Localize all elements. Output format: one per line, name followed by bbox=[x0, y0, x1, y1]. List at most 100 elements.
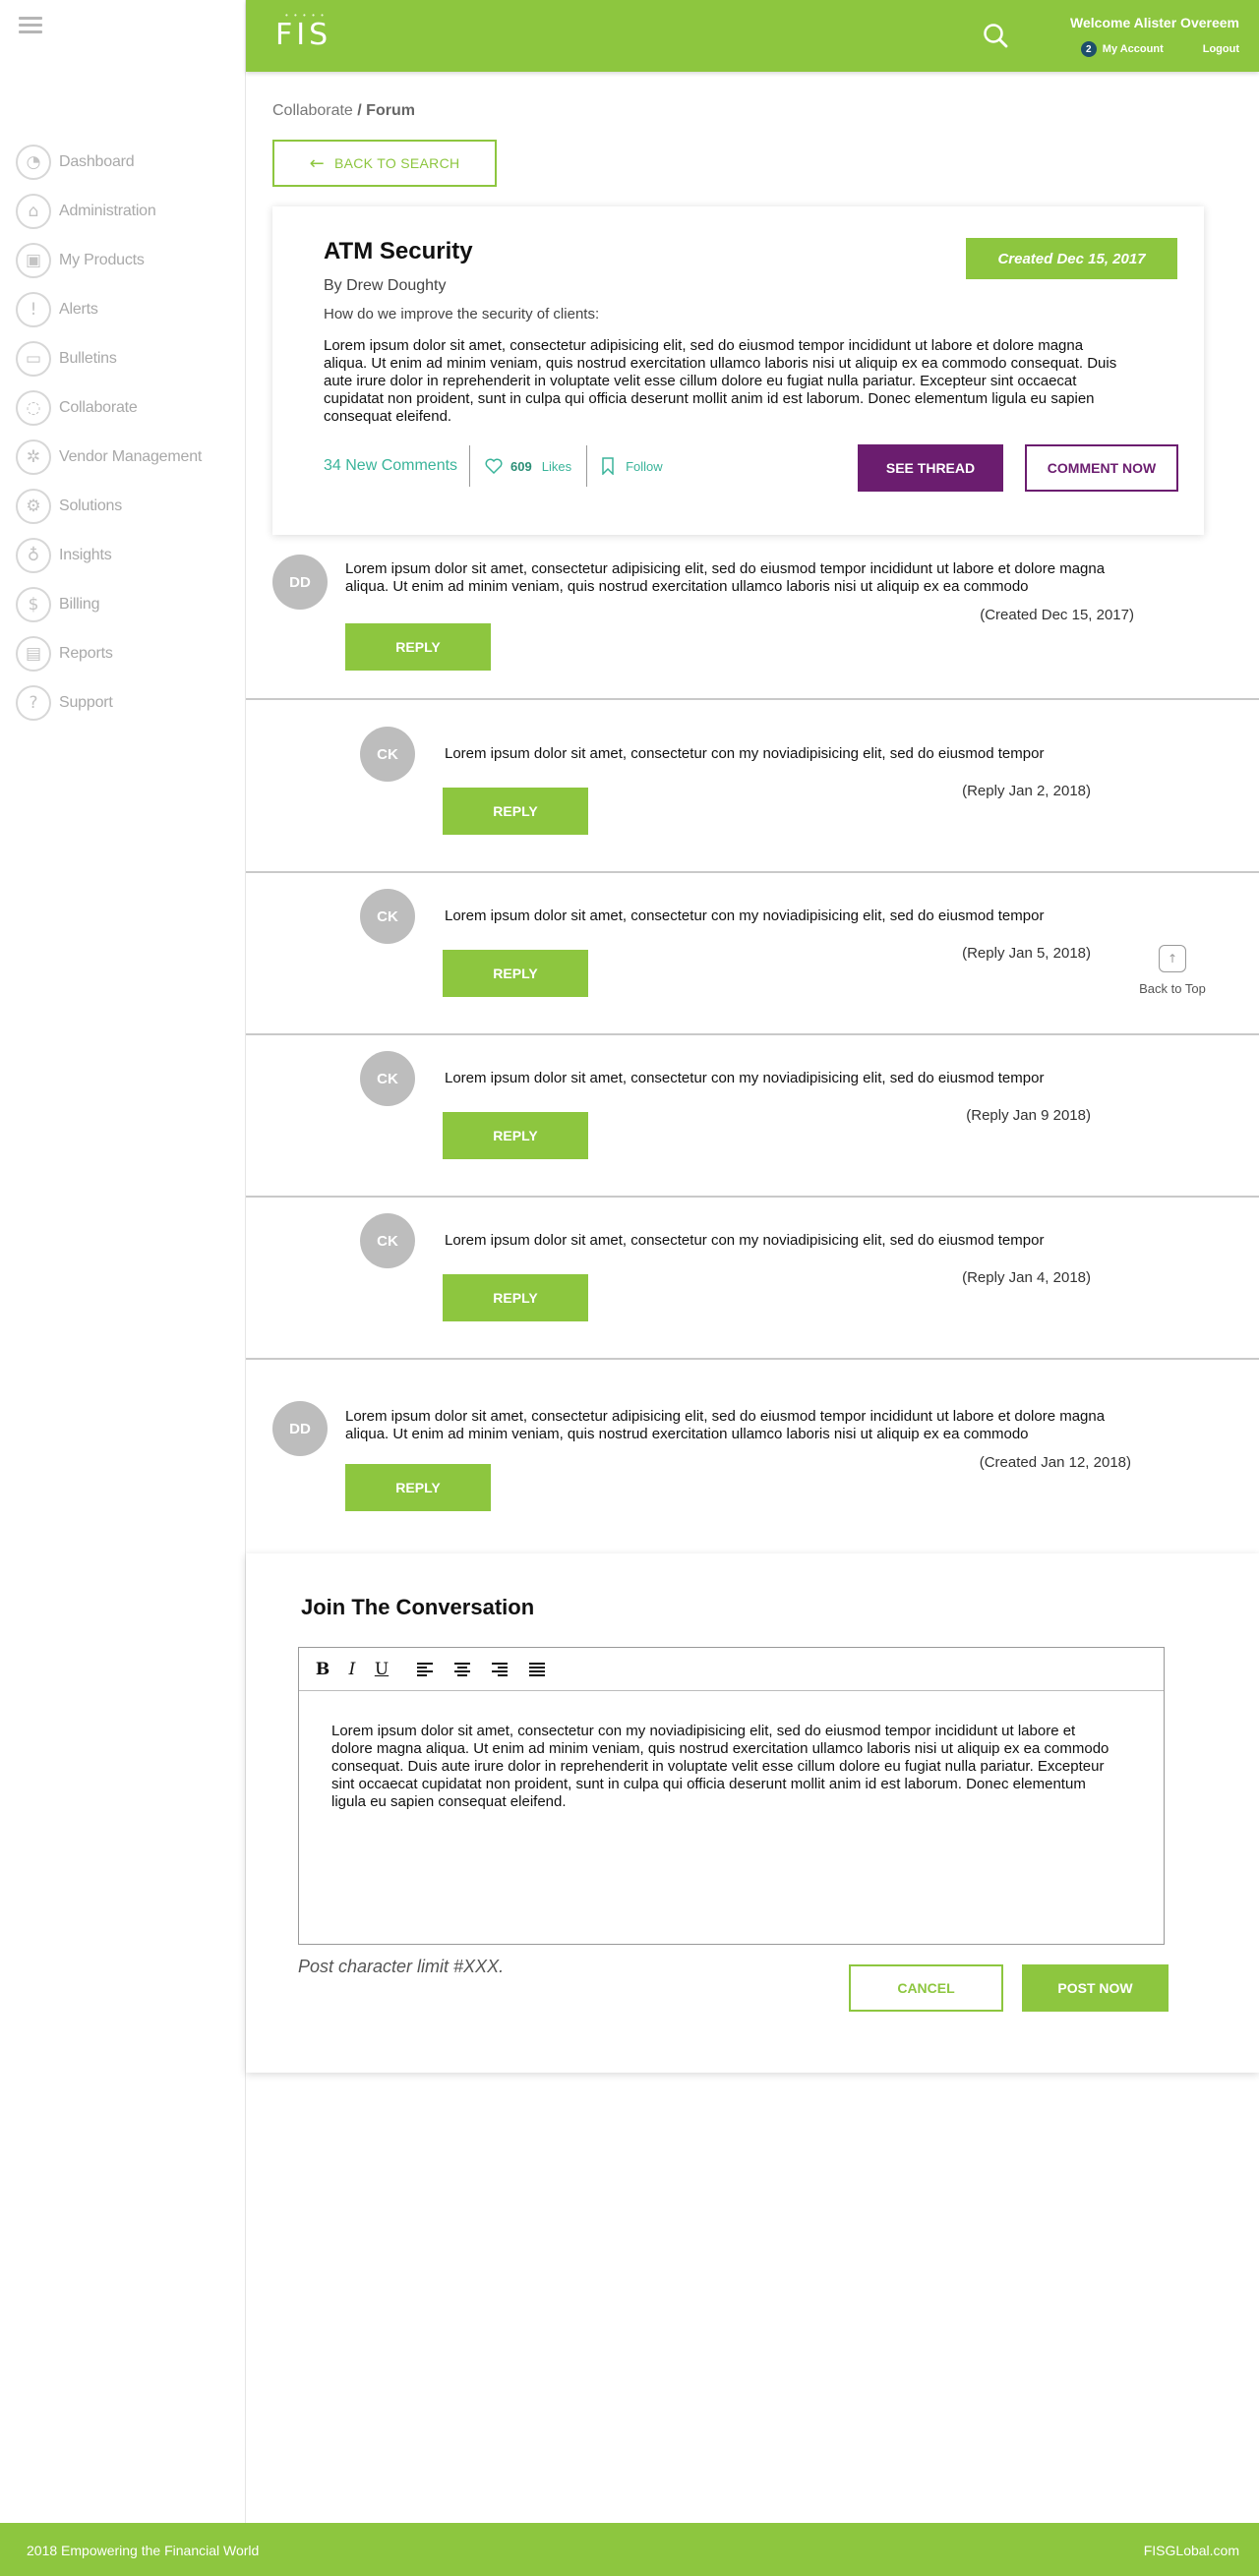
folder-icon: ▭ bbox=[16, 341, 51, 377]
reply-button[interactable]: REPLY bbox=[345, 1464, 491, 1511]
italic-button[interactable]: I bbox=[340, 1658, 364, 1681]
created-badge: Created Dec 15, 2017 bbox=[966, 238, 1177, 279]
vendor-icon: ✲ bbox=[16, 439, 51, 475]
comment-date: (Reply Jan 2, 2018) bbox=[962, 783, 1091, 799]
comment-text: Lorem ipsum dolor sit amet, consectetur … bbox=[445, 907, 1045, 924]
thread-author: By Drew Doughty bbox=[324, 277, 447, 294]
sidebar-item-administration[interactable]: ⌂ Administration bbox=[16, 187, 202, 236]
editor-textarea[interactable]: Lorem ipsum dolor sit amet, consectetur … bbox=[331, 1723, 1118, 1811]
avatar: CK bbox=[360, 727, 415, 782]
heart-icon bbox=[485, 458, 503, 474]
sidebar-item-reports[interactable]: ▤ Reports bbox=[16, 629, 202, 678]
sidebar-item-label: Collaborate bbox=[59, 399, 138, 416]
back-to-search-label: BACK TO SEARCH bbox=[334, 155, 460, 171]
box-icon: ▣ bbox=[16, 243, 51, 278]
logout-link[interactable]: Logout bbox=[1203, 43, 1239, 55]
cancel-button[interactable]: CANCEL bbox=[849, 1964, 1003, 2012]
lightbulb-icon: ♁ bbox=[16, 538, 51, 573]
join-title: Join The Conversation bbox=[301, 1595, 535, 1619]
comment-text: Lorem ipsum dolor sit amet, consectetur … bbox=[445, 745, 1045, 762]
bookmark-icon bbox=[602, 457, 614, 475]
follow-button[interactable]: Follow bbox=[587, 457, 663, 475]
follow-label: Follow bbox=[626, 458, 663, 474]
comment-now-button[interactable]: COMMENT NOW bbox=[1025, 444, 1178, 492]
sidebar-item-billing[interactable]: $ Billing bbox=[16, 580, 202, 629]
my-account-link[interactable]: My Account bbox=[1103, 43, 1164, 55]
bold-button[interactable]: B bbox=[311, 1658, 334, 1681]
char-limit-text: Post character limit #XXX. bbox=[298, 1957, 505, 1976]
comment-text: Lorem ipsum dolor sit amet, consectetur … bbox=[345, 560, 1106, 595]
search-icon[interactable] bbox=[982, 22, 1009, 49]
sidebar-item-label: Support bbox=[59, 694, 113, 711]
divider bbox=[246, 871, 1259, 873]
thread-title: ATM Security bbox=[324, 238, 473, 264]
post-now-button[interactable]: POST NOW bbox=[1022, 1964, 1169, 2012]
align-justify-icon[interactable] bbox=[525, 1658, 549, 1681]
sidebar-item-vendor-management[interactable]: ✲ Vendor Management bbox=[16, 433, 202, 482]
sidebar-item-label: Billing bbox=[59, 596, 100, 613]
reply-button[interactable]: REPLY bbox=[443, 1274, 588, 1321]
comment-editor[interactable]: B I U Lorem ipsum dolor sit amet, consec… bbox=[298, 1647, 1165, 1945]
breadcrumb-parent[interactable]: Collaborate bbox=[272, 102, 353, 119]
divider bbox=[246, 1358, 1259, 1360]
sidebar-item-collaborate[interactable]: ◌ Collaborate bbox=[16, 383, 202, 433]
breadcrumb-current: Forum bbox=[366, 102, 415, 119]
dashboard-icon: ◔ bbox=[16, 145, 51, 180]
back-to-top-button[interactable]: ↑ Back to Top bbox=[1133, 945, 1212, 998]
reply-button[interactable]: REPLY bbox=[443, 1112, 588, 1159]
avatar: DD bbox=[272, 1401, 328, 1456]
comment-text: Lorem ipsum dolor sit amet, consectetur … bbox=[345, 1408, 1106, 1442]
sidebar-item-insights[interactable]: ♁ Insights bbox=[16, 531, 202, 580]
underline-button[interactable]: U bbox=[370, 1658, 393, 1681]
reports-icon: ▤ bbox=[16, 636, 51, 672]
thread-footer: 34 New Comments 609 Likes Follow bbox=[324, 444, 663, 488]
avatar: CK bbox=[360, 1051, 415, 1106]
breadcrumb: Collaborate / Forum bbox=[272, 102, 415, 120]
account-row: 2 My Account Logout bbox=[1080, 41, 1239, 57]
sidebar-item-bulletins[interactable]: ▭ Bulletins bbox=[16, 334, 202, 383]
sidebar-item-alerts[interactable]: ! Alerts bbox=[16, 285, 202, 334]
comment-date: (Reply Jan 5, 2018) bbox=[962, 945, 1091, 962]
sidebar-item-solutions[interactable]: ⚙ Solutions bbox=[16, 482, 202, 531]
align-right-icon[interactable] bbox=[488, 1658, 511, 1681]
likes-count: 609 bbox=[510, 458, 532, 474]
sidebar-item-my-products[interactable]: ▣ My Products bbox=[16, 236, 202, 285]
align-left-icon[interactable] bbox=[413, 1658, 437, 1681]
footer-tagline: 2018 Empowering the Financial World bbox=[27, 2543, 260, 2558]
arrow-left-icon: ← bbox=[309, 152, 325, 174]
divider bbox=[246, 1196, 1259, 1198]
likes-button[interactable]: 609 Likes bbox=[470, 445, 588, 487]
divider bbox=[246, 698, 1259, 700]
avatar: CK bbox=[360, 889, 415, 944]
thread-card: ATM Security Created Dec 15, 2017 By Dre… bbox=[272, 206, 1204, 535]
sidebar-item-label: Alerts bbox=[59, 301, 98, 318]
comment-date: (Reply Jan 9 2018) bbox=[966, 1107, 1091, 1124]
top-bar: • • • • • FIS Welcome Alister Overeem 2 … bbox=[246, 0, 1259, 72]
footer-link[interactable]: FISGLobal.com bbox=[1144, 2543, 1239, 2558]
sidebar-item-label: Dashboard bbox=[59, 153, 135, 170]
sidebar-item-support[interactable]: ? Support bbox=[16, 678, 202, 728]
editor-toolbar: B I U bbox=[299, 1648, 1164, 1691]
fis-logo[interactable]: • • • • • FIS bbox=[275, 12, 331, 51]
see-thread-button[interactable]: SEE THREAD bbox=[858, 444, 1003, 492]
sidebar-item-label: Insights bbox=[59, 547, 112, 563]
reply-button[interactable]: REPLY bbox=[443, 950, 588, 997]
footer: 2018 Empowering the Financial World FISG… bbox=[0, 2523, 1259, 2576]
sidebar-item-dashboard[interactable]: ◔ Dashboard bbox=[16, 138, 202, 187]
question-icon: ? bbox=[16, 685, 51, 721]
sidebar-nav: ◔ Dashboard ⌂ Administration ▣ My Products … bbox=[16, 138, 202, 728]
new-comments-link[interactable]: 34 New Comments bbox=[324, 445, 471, 487]
account-badge: 2 bbox=[1080, 41, 1097, 57]
reply-button[interactable]: REPLY bbox=[345, 623, 491, 671]
align-center-icon[interactable] bbox=[450, 1658, 474, 1681]
comment-text: Lorem ipsum dolor sit amet, consectetur … bbox=[445, 1070, 1045, 1086]
alert-icon: ! bbox=[16, 292, 51, 327]
welcome-text: Welcome Alister Overeem bbox=[1070, 15, 1239, 30]
back-to-search-button[interactable]: ← BACK TO SEARCH bbox=[272, 140, 497, 187]
sidebar-item-label: Bulletins bbox=[59, 350, 117, 367]
sidebar-item-label: Reports bbox=[59, 645, 113, 662]
hamburger-menu-icon[interactable] bbox=[19, 17, 42, 34]
reply-button[interactable]: REPLY bbox=[443, 788, 588, 835]
sidebar-item-label: Vendor Management bbox=[59, 448, 203, 465]
comment-date: (Created Jan 12, 2018) bbox=[979, 1454, 1131, 1471]
